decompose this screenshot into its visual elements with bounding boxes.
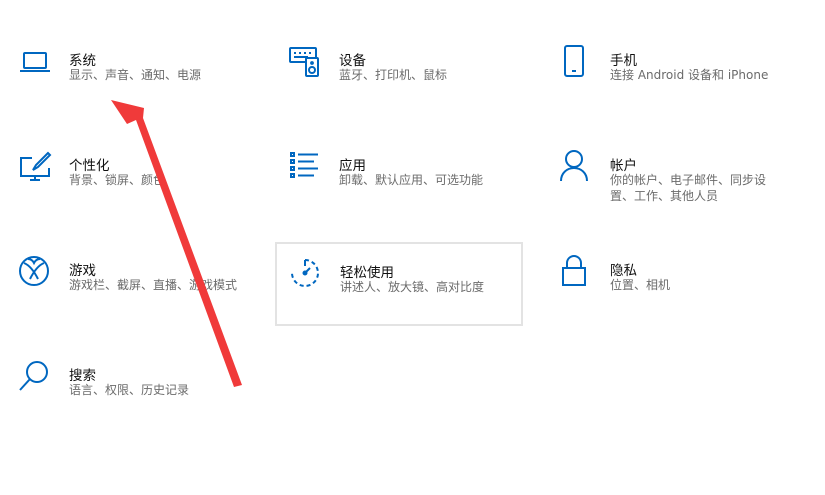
tile-description: 蓝牙、打印机、鼠标 [339,68,448,82]
tile-description: 卸载、默认应用、可选功能 [339,173,484,187]
settings-tile-apps[interactable]: 应用 卸载、默认应用、可选功能 [282,145,530,229]
tile-title: 搜索 [69,368,96,384]
tile-title: 轻松使用 [340,265,394,281]
settings-tile-devices[interactable]: 设备 蓝牙、打印机、鼠标 [282,40,530,124]
tile-description: 背景、锁屏、颜色 [69,173,166,187]
tile-description: 显示、声音、通知、电源 [69,68,202,82]
settings-tile-personalization[interactable]: 个性化 背景、锁屏、颜色 [12,145,260,229]
tile-title: 设备 [339,53,366,69]
tile-description: 连接 Android 设备和 iPhone [610,68,769,82]
tile-title: 帐户 [610,158,637,174]
apps-list-icon [288,150,322,184]
settings-tile-system[interactable]: 系统 显示、声音、通知、电源 [12,40,260,124]
laptop-icon [18,45,52,79]
xbox-icon [17,254,51,288]
phone-icon [557,44,591,78]
tile-title: 隐私 [610,263,637,279]
tile-title: 手机 [610,53,637,69]
settings-tile-phone[interactable]: 手机 连接 Android 设备和 iPhone [553,40,801,124]
tile-title: 系统 [69,53,96,69]
settings-tile-ease-of-access[interactable]: 轻松使用 讲述人、放大镜、高对比度 [275,242,523,326]
search-icon [17,359,51,393]
tile-title: 游戏 [69,263,96,279]
person-icon [557,148,591,182]
lock-icon [557,254,591,288]
settings-tile-search[interactable]: 搜索 语言、权限、历史记录 [12,355,260,439]
tile-description: 位置、相机 [610,278,671,292]
personalization-brush-icon [18,150,52,184]
tile-title: 个性化 [69,158,110,174]
settings-tile-privacy[interactable]: 隐私 位置、相机 [553,250,801,334]
keyboard-speaker-icon [288,44,322,78]
settings-tile-gaming[interactable]: 游戏 游戏栏、截屏、直播、游戏模式 [12,250,260,334]
tile-description: 讲述人、放大镜、高对比度 [340,280,485,294]
tile-description: 游戏栏、截屏、直播、游戏模式 [69,278,238,292]
tile-title: 应用 [339,158,366,174]
settings-tile-accounts[interactable]: 帐户 你的帐户、电子邮件、同步设置、工作、其他人员 [553,145,801,229]
ease-of-access-icon [288,256,322,290]
tile-description: 语言、权限、历史记录 [69,383,190,397]
tile-description: 你的帐户、电子邮件、同步设置、工作、其他人员 [610,173,767,203]
